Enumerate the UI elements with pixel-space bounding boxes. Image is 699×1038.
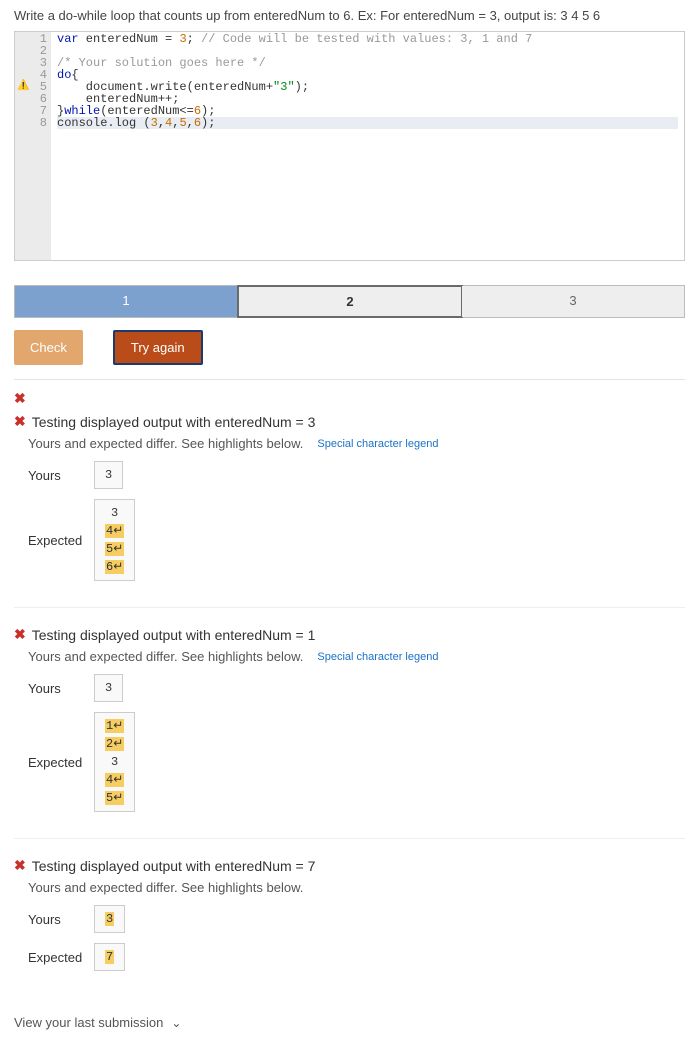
- yours-output: 3: [94, 674, 123, 702]
- expected-output: 3 4↵ 5↵ 6↵: [94, 499, 135, 581]
- editor-gutter: 1 2 3 4 ⚠️5 6 7 8: [15, 32, 51, 260]
- yours-row: Yours 3: [28, 905, 685, 933]
- fail-icon: ✖: [14, 413, 26, 430]
- warning-icon: ⚠️: [17, 81, 29, 93]
- tab-attempt-3[interactable]: 3: [462, 286, 684, 317]
- diff-message: Yours and expected differ. See highlight…: [28, 649, 685, 664]
- test-title: ✖ Testing displayed output with enteredN…: [14, 413, 685, 430]
- special-char-legend-link[interactable]: Special character legend: [317, 438, 438, 450]
- expected-row: Expected 1↵ 2↵ 3 4↵ 5↵: [28, 712, 685, 812]
- yours-row: Yours 3: [28, 461, 685, 489]
- test-result-1: ✖ Testing displayed output with enteredN…: [14, 413, 685, 608]
- yours-output: 3: [94, 905, 125, 933]
- test-title: ✖ Testing displayed output with enteredN…: [14, 857, 685, 874]
- diff-message: Yours and expected differ. See highlight…: [28, 880, 685, 895]
- view-last-submission-link[interactable]: View your last submission ⌄: [14, 1015, 685, 1030]
- expected-output: 7: [94, 943, 125, 971]
- check-button[interactable]: Check: [14, 330, 83, 365]
- diff-message: Yours and expected differ. See highlight…: [28, 436, 685, 451]
- expected-row: Expected 7: [28, 943, 685, 971]
- fail-icon: ✖: [14, 626, 26, 643]
- expected-row: Expected 3 4↵ 5↵ 6↵: [28, 499, 685, 581]
- tab-attempt-2[interactable]: 2: [237, 285, 463, 318]
- fail-icon: ✖: [14, 857, 26, 874]
- action-buttons: Check Try again: [14, 330, 685, 365]
- instruction: Write a do-while loop that counts up fro…: [14, 8, 685, 23]
- test-result-3: ✖ Testing displayed output with enteredN…: [14, 857, 685, 997]
- line-number: 8: [15, 117, 47, 129]
- editor-content[interactable]: var enteredNum = 3; // Code will be test…: [51, 32, 684, 260]
- test-result-2: ✖ Testing displayed output with enteredN…: [14, 626, 685, 839]
- expected-output: 1↵ 2↵ 3 4↵ 5↵: [94, 712, 135, 812]
- code-editor[interactable]: 1 2 3 4 ⚠️5 6 7 8 var enteredNum = 3; //…: [14, 31, 685, 261]
- attempt-tabs: 1 2 3: [14, 285, 685, 318]
- yours-output: 3: [94, 461, 123, 489]
- divider: [14, 379, 685, 380]
- overall-fail-icon: ✖: [14, 390, 685, 407]
- chevron-down-icon: ⌄: [171, 1016, 181, 1030]
- tab-attempt-1[interactable]: 1: [15, 286, 238, 317]
- try-again-button[interactable]: Try again: [113, 330, 203, 365]
- test-title: ✖ Testing displayed output with enteredN…: [14, 626, 685, 643]
- special-char-legend-link[interactable]: Special character legend: [317, 651, 438, 663]
- yours-row: Yours 3: [28, 674, 685, 702]
